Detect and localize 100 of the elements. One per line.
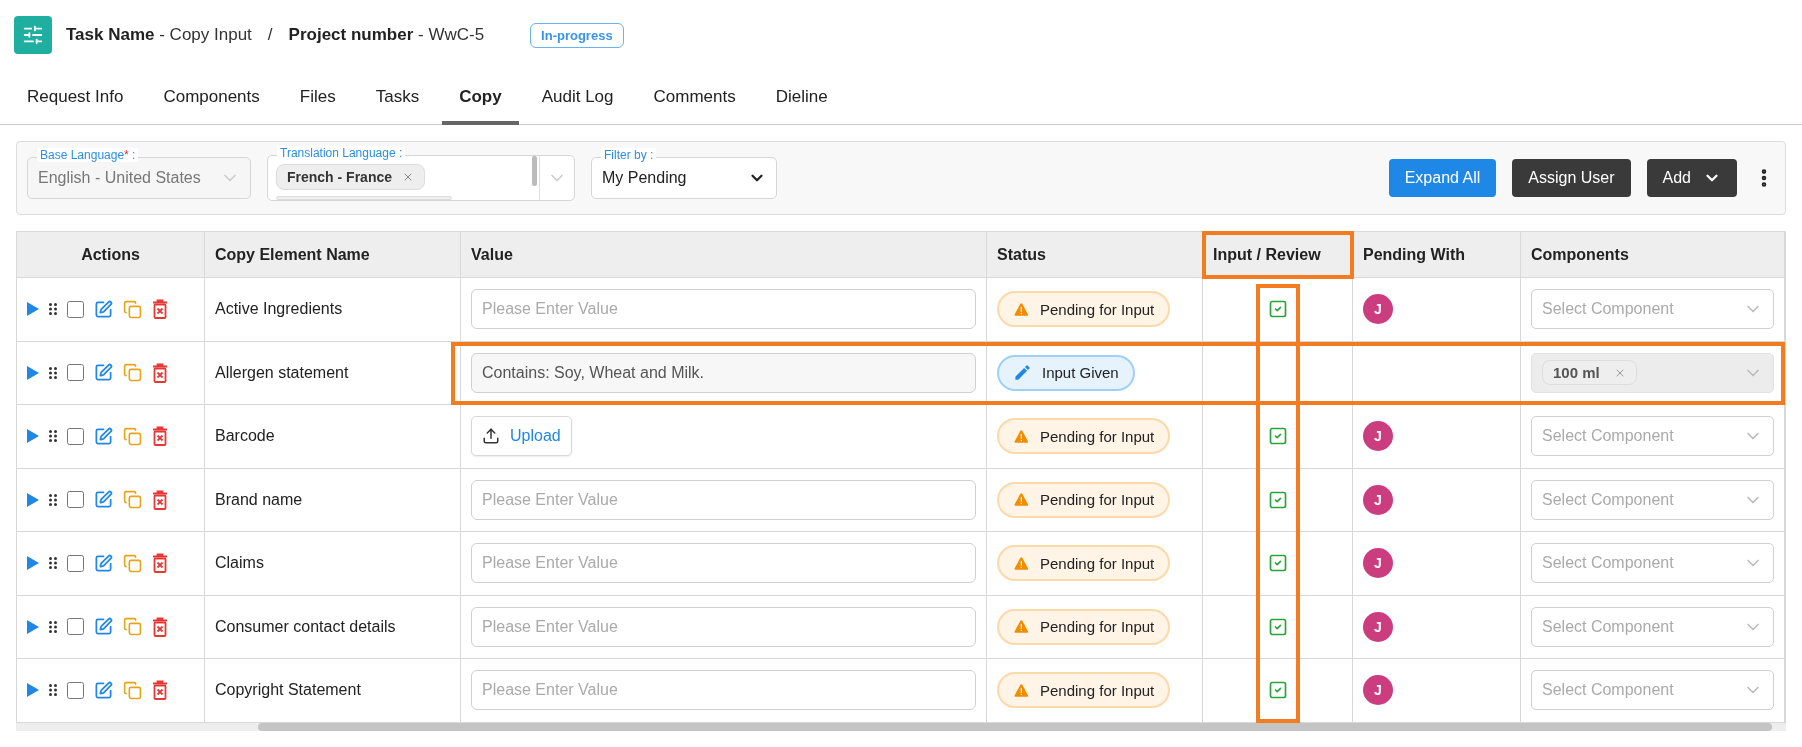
edit-icon[interactable]	[94, 553, 113, 573]
drag-handle-icon[interactable]	[49, 493, 57, 506]
user-avatar: J	[1363, 611, 1393, 642]
status-badge: Pending for Input	[997, 481, 1171, 518]
check-icon[interactable]	[1267, 680, 1288, 701]
value-field[interactable]: Please Enter Value	[471, 543, 976, 584]
action-button[interactable]: Add	[1646, 159, 1737, 197]
field-label: Base Language* :	[37, 148, 139, 162]
warning-icon	[1013, 554, 1030, 572]
drag-handle-icon[interactable]	[49, 684, 57, 697]
expand-arrow-icon[interactable]	[27, 302, 39, 317]
drag-handle-icon[interactable]	[49, 430, 57, 443]
scrollbar[interactable]	[258, 722, 1772, 731]
field-label: Filter by :	[601, 148, 657, 162]
warning-icon	[1013, 491, 1030, 509]
status-badge: Pending for Input	[997, 672, 1171, 709]
warning-icon	[1013, 300, 1030, 318]
delete-icon[interactable]	[152, 426, 168, 447]
value-field[interactable]: Contains: Soy, Wheat and Milk.	[471, 352, 976, 393]
warning-icon	[1013, 427, 1030, 445]
check-icon[interactable]	[1267, 489, 1288, 510]
delete-icon[interactable]	[152, 553, 168, 574]
delete-icon[interactable]	[152, 680, 168, 701]
drag-handle-icon[interactable]	[49, 366, 57, 379]
column-header: Actions	[17, 232, 205, 278]
check-icon[interactable]	[1267, 299, 1288, 320]
expand-arrow-icon[interactable]	[27, 492, 39, 507]
user-avatar: J	[1363, 294, 1393, 325]
expand-arrow-icon[interactable]	[27, 683, 39, 698]
check-icon[interactable]	[1267, 426, 1288, 447]
copy-icon[interactable]	[123, 553, 142, 573]
column-header: Input / Review	[1203, 232, 1353, 278]
action-button[interactable]: Assign User	[1512, 159, 1631, 197]
copy-icon[interactable]	[123, 299, 142, 319]
edit-icon[interactable]	[94, 426, 113, 446]
tab[interactable]: Components	[146, 75, 277, 125]
row-checkbox[interactable]	[67, 681, 84, 699]
status-badge: Pending for Input	[997, 545, 1171, 582]
delete-icon[interactable]	[152, 616, 168, 637]
tab[interactable]: Files	[282, 75, 353, 125]
edit-icon[interactable]	[94, 617, 113, 637]
copy-element-name: Claims	[215, 554, 264, 573]
row-checkbox[interactable]	[67, 364, 84, 382]
delete-icon[interactable]	[152, 489, 168, 510]
value-field[interactable]: Please Enter Value	[471, 606, 976, 647]
field-label: Translation Language :	[277, 146, 406, 160]
row-checkbox[interactable]	[67, 427, 84, 445]
status-badge: Input Given	[997, 354, 1135, 391]
column-header: Pending With	[1353, 232, 1521, 278]
drag-handle-icon[interactable]	[49, 620, 57, 633]
drag-handle-icon[interactable]	[49, 303, 57, 316]
edit-icon[interactable]	[94, 680, 113, 700]
column-header: Value	[461, 232, 987, 278]
expand-arrow-icon[interactable]	[27, 619, 39, 634]
row-checkbox[interactable]	[67, 554, 84, 572]
copy-icon[interactable]	[123, 490, 142, 510]
tab[interactable]: Request Info	[10, 75, 141, 125]
column-header: Status	[987, 232, 1203, 278]
scrollbar[interactable]	[532, 156, 537, 186]
app-logo-icon	[14, 16, 52, 54]
expand-arrow-icon[interactable]	[27, 365, 39, 380]
edit-icon[interactable]	[94, 490, 113, 510]
tab[interactable]: Copy	[442, 75, 519, 125]
copy-icon[interactable]	[123, 680, 142, 700]
drag-handle-icon[interactable]	[49, 557, 57, 570]
value-field[interactable]: Please Enter Value	[471, 670, 976, 711]
tab[interactable]: Comments	[636, 75, 753, 125]
edit-icon[interactable]	[94, 363, 113, 383]
tab[interactable]: Tasks	[358, 75, 437, 125]
value-field[interactable]: Please Enter Value	[471, 289, 976, 330]
check-icon[interactable]	[1267, 553, 1288, 574]
status-badge: Pending for Input	[997, 418, 1171, 455]
action-button[interactable]: Expand All	[1388, 159, 1497, 197]
tab[interactable]: Dieline	[758, 75, 845, 125]
copy-icon[interactable]	[123, 426, 142, 446]
copy-element-name: Copyright Statement	[215, 681, 361, 700]
row-checkbox[interactable]	[67, 618, 84, 636]
language-tag: French - France	[276, 164, 426, 190]
warning-icon	[1013, 681, 1030, 699]
tab[interactable]: Audit Log	[524, 75, 631, 125]
upload-button[interactable]: Upload	[471, 416, 572, 457]
copy-element-name: Active Ingredients	[215, 300, 343, 319]
copy-element-name: Consumer contact details	[215, 617, 396, 636]
user-avatar: J	[1363, 675, 1393, 706]
delete-icon[interactable]	[152, 362, 168, 383]
copy-element-name: Brand name	[215, 490, 303, 509]
copy-element-name: Barcode	[215, 427, 275, 446]
title-separator: /	[267, 25, 273, 45]
copy-icon[interactable]	[123, 617, 142, 637]
delete-icon[interactable]	[152, 299, 168, 320]
copy-icon[interactable]	[123, 363, 142, 383]
row-checkbox[interactable]	[67, 491, 84, 509]
value-field[interactable]: Please Enter Value	[471, 479, 976, 520]
check-icon[interactable]	[1267, 616, 1288, 637]
expand-arrow-icon[interactable]	[27, 429, 39, 444]
expand-arrow-icon[interactable]	[27, 556, 39, 571]
status-badge: In-progress	[530, 22, 624, 48]
user-avatar: J	[1363, 484, 1393, 515]
edit-icon[interactable]	[94, 299, 113, 319]
row-checkbox[interactable]	[67, 300, 84, 318]
